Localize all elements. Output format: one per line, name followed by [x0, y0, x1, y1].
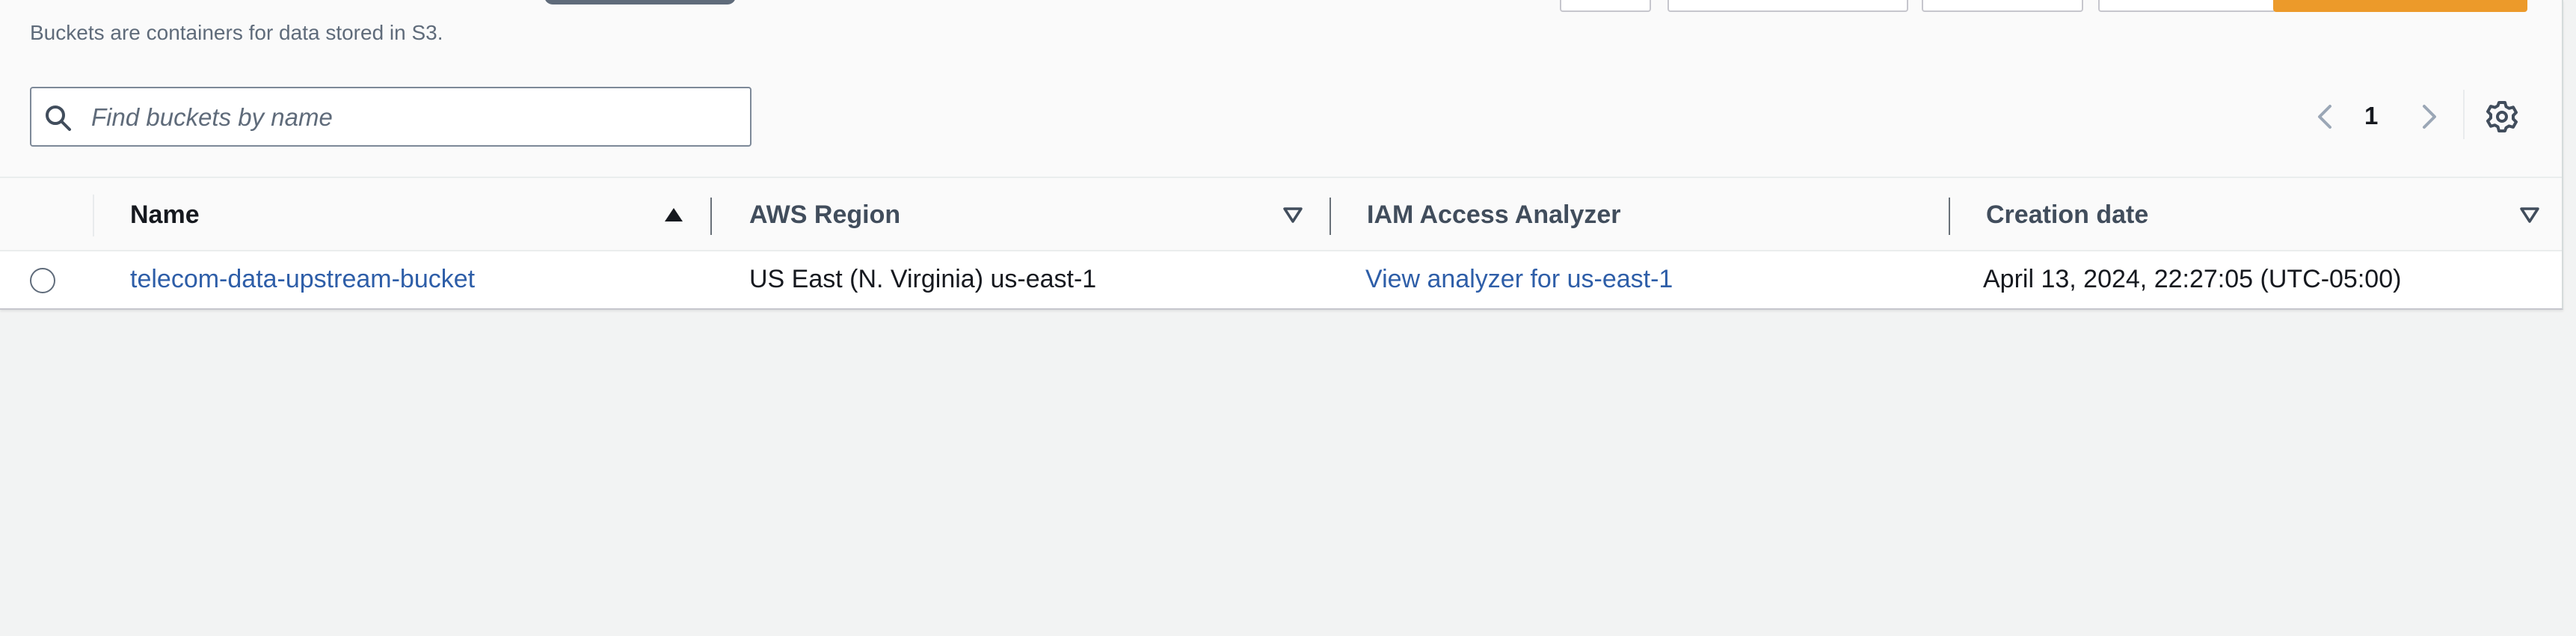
create-bucket-button[interactable] — [2273, 0, 2527, 12]
table-row[interactable]: telecom-data-upstream-bucket US East (N.… — [0, 251, 2562, 308]
buckets-panel: Buckets are containers for data stored i… — [0, 0, 2563, 310]
view-analyzer-link[interactable]: View analyzer for us-east-1 — [1365, 265, 1673, 294]
copy-arn-button[interactable] — [1667, 0, 1908, 12]
search-input[interactable] — [91, 99, 734, 136]
refresh-button[interactable] — [1560, 0, 1651, 12]
column-resizer[interactable] — [1949, 198, 1950, 235]
bucket-name-link[interactable]: telecom-data-upstream-bucket — [130, 265, 475, 294]
column-header-region[interactable]: AWS Region — [749, 201, 900, 230]
search-field[interactable] — [30, 87, 751, 147]
column-header-name[interactable]: Name — [130, 201, 200, 230]
bucket-creation-date: April 13, 2024, 22:27:05 (UTC-05:00) — [1983, 265, 2402, 293]
bucket-region: US East (N. Virginia) us-east-1 — [749, 265, 1097, 293]
column-header-creation-date[interactable]: Creation date — [1986, 201, 2148, 230]
pager-divider — [2463, 90, 2465, 139]
chevron-right-icon[interactable] — [2412, 100, 2445, 133]
caret-down-outline-icon[interactable] — [1282, 204, 1304, 226]
column-resizer[interactable] — [710, 198, 712, 235]
caret-down-outline-icon[interactable] — [2518, 204, 2541, 226]
row-select-radio[interactable] — [30, 268, 55, 293]
page-number[interactable]: 1 — [2364, 102, 2378, 130]
section-description: Buckets are containers for data stored i… — [30, 21, 443, 44]
column-header-analyzer: IAM Access Analyzer — [1367, 201, 1621, 229]
search-icon — [46, 106, 71, 131]
gear-icon[interactable] — [2484, 99, 2520, 135]
bucket-count-badge — [544, 0, 736, 4]
column-separator — [93, 195, 94, 236]
caret-up-filled-icon[interactable] — [663, 204, 685, 226]
empty-button[interactable] — [1922, 0, 2083, 12]
table-header: Name AWS Region IAM Access Analyzer Crea… — [0, 177, 2562, 251]
delete-button[interactable] — [2098, 0, 2276, 12]
chevron-left-icon[interactable] — [2309, 100, 2342, 133]
column-resizer[interactable] — [1330, 198, 1331, 235]
